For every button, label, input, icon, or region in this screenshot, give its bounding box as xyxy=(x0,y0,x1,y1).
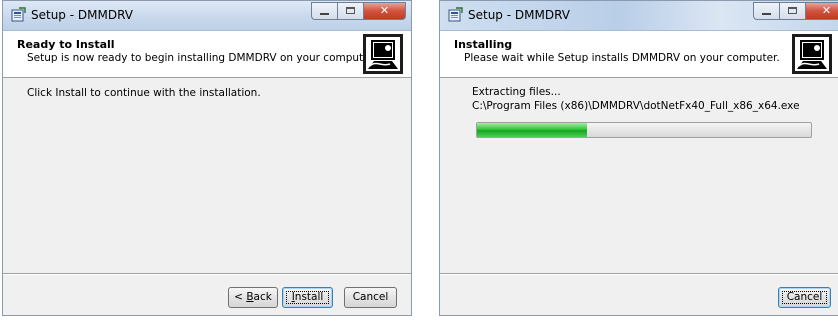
focus-rectangle xyxy=(286,291,329,304)
caption-buttons: ✕ xyxy=(311,2,406,21)
close-button[interactable]: ✕ xyxy=(805,2,838,20)
back-mnemonic: B xyxy=(246,291,254,303)
current-file-path: C:\Program Files (x86)\DMMDRV\dotNetFx40… xyxy=(472,100,800,112)
instruction-text: Click Install to continue with the insta… xyxy=(27,87,261,99)
page-subtitle: Please wait while Setup installs DMMDRV … xyxy=(464,52,780,64)
back-prefix: < xyxy=(234,291,247,303)
minimize-button[interactable] xyxy=(753,2,779,20)
focus-rectangle xyxy=(782,291,827,304)
footer-divider xyxy=(3,273,411,275)
setup-window-installing: Setup - DMMDRV ✕ Installing Please wait … xyxy=(439,0,838,316)
setup-app-icon xyxy=(11,7,26,22)
maximize-icon xyxy=(346,7,355,14)
wizard-header: Ready to Install Setup is now ready to b… xyxy=(3,31,411,78)
window-title: Setup - DMMDRV xyxy=(468,8,570,22)
caption-buttons: ✕ xyxy=(753,2,838,21)
wizard-header: Installing Please wait while Setup insta… xyxy=(440,31,838,78)
progress-fill xyxy=(477,123,588,137)
back-label-rest: ack xyxy=(253,291,272,303)
installer-computer-graphic xyxy=(792,34,832,74)
setup-window-ready: Setup - DMMDRV ✕ Ready to Install Setup … xyxy=(2,0,412,316)
title-bar[interactable]: Setup - DMMDRV ✕ xyxy=(3,1,411,31)
installer-computer-graphic xyxy=(363,34,403,74)
close-icon: ✕ xyxy=(821,4,832,17)
title-bar[interactable]: Setup - DMMDRV ✕ xyxy=(440,1,838,31)
maximize-icon xyxy=(788,7,797,14)
maximize-button[interactable] xyxy=(779,2,805,20)
install-progress-bar xyxy=(476,122,812,138)
setup-app-icon xyxy=(448,7,463,22)
install-button[interactable]: Install xyxy=(282,287,333,308)
cancel-button[interactable]: Cancel xyxy=(778,287,831,308)
close-button[interactable]: ✕ xyxy=(363,2,406,20)
minimize-icon xyxy=(320,13,329,15)
window-title: Setup - DMMDRV xyxy=(31,8,133,22)
footer-divider xyxy=(440,273,838,275)
back-button[interactable]: < Back xyxy=(228,287,278,308)
status-text: Extracting files... xyxy=(472,86,561,98)
page-title: Installing xyxy=(454,38,513,51)
maximize-button[interactable] xyxy=(337,2,363,20)
minimize-icon xyxy=(762,13,771,15)
close-icon: ✕ xyxy=(379,4,390,17)
page-title: Ready to Install xyxy=(17,38,115,51)
minimize-button[interactable] xyxy=(311,2,337,20)
cancel-button[interactable]: Cancel xyxy=(344,287,397,308)
page-subtitle: Setup is now ready to begin installing D… xyxy=(27,52,377,64)
